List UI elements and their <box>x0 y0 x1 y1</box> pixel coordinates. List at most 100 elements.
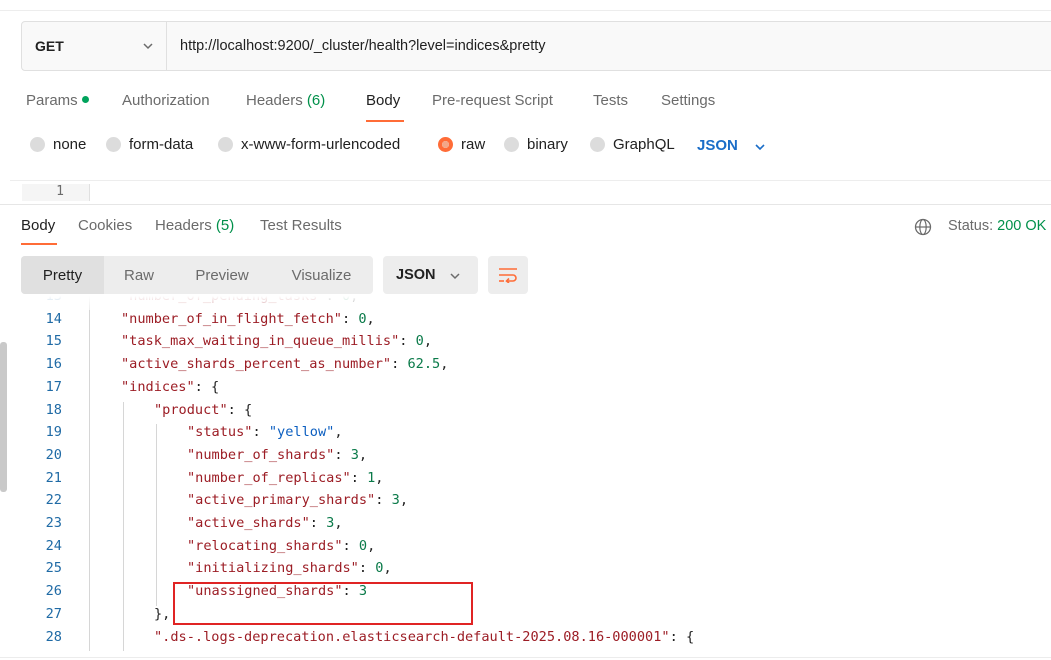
response-format-select[interactable]: JSON <box>383 256 478 294</box>
tab-settings[interactable]: Settings <box>661 92 715 109</box>
tab-headers[interactable]: Headers (6) <box>246 92 325 109</box>
response-tab-body[interactable]: Body <box>21 217 55 234</box>
code-text: "number_of_replicas": 1, <box>187 469 384 486</box>
line-number: 25 <box>45 560 62 577</box>
code-line: 22 "active_primary_shards": 3, <box>10 492 1051 514</box>
tab-pre-request-script[interactable]: Pre-request Script <box>432 92 553 109</box>
response-status[interactable]: Status: 200 OK <box>948 218 1046 234</box>
json-key: "indices" <box>121 378 195 395</box>
json-key: "active_shards" <box>187 515 310 531</box>
view-visualize-button[interactable]: Visualize <box>270 256 373 294</box>
json-key: "product" <box>154 401 228 418</box>
line-number: 27 <box>45 605 62 622</box>
tab-body[interactable]: Body <box>366 92 400 109</box>
json-brace: { <box>685 628 695 645</box>
code-text: ".ds-.logs-deprecation.elasticsearch-def… <box>154 628 695 645</box>
tab-authorization[interactable]: Authorization <box>122 92 210 109</box>
request-body-editor[interactable]: 1 <box>10 180 1051 201</box>
line-number: 14 <box>45 310 62 327</box>
json-key: "active_shards_percent_as_number" <box>121 356 392 373</box>
method-label: GET <box>35 38 64 54</box>
json-brace: { <box>211 378 220 395</box>
wrap-lines-icon <box>499 268 517 283</box>
code-text: "product": { <box>154 401 253 418</box>
json-value: 1 <box>367 469 376 486</box>
json-brace: { <box>244 401 253 418</box>
response-tab-test-results[interactable]: Test Results <box>260 217 342 234</box>
radio-raw[interactable]: raw <box>438 136 485 153</box>
radio-x-www-form-urlencoded[interactable]: x-www-form-urlencoded <box>218 136 400 153</box>
tab-tests[interactable]: Tests <box>593 92 628 109</box>
globe-icon[interactable] <box>914 218 932 236</box>
json-key: "active_primary_shards" <box>187 492 376 509</box>
code-line: 17 "indices": { <box>10 379 1051 401</box>
code-text: }, <box>154 606 170 622</box>
view-preview-button[interactable]: Preview <box>174 256 270 294</box>
params-indicator-dot <box>81 96 89 103</box>
url-input[interactable]: http://localhost:9200/_cluster/health?le… <box>167 22 1051 70</box>
json-key: "number_of_replicas" <box>187 469 351 486</box>
line-number: 16 <box>45 356 62 373</box>
radio-circle <box>106 137 121 152</box>
code-line: 14 "number_of_in_flight_fetch": 0, <box>10 311 1051 333</box>
json-key: "status" <box>187 424 253 441</box>
chevron-down-icon <box>143 43 153 50</box>
radio-circle-selected <box>438 137 453 152</box>
line-number: 23 <box>45 515 62 531</box>
pane-divider[interactable] <box>0 204 1051 205</box>
line-number: 28 <box>45 628 62 645</box>
code-line: 28 ".ds-.logs-deprecation.elasticsearch-d… <box>10 629 1051 651</box>
request-bar: GET http://localhost:9200/_cluster/healt… <box>21 21 1051 71</box>
json-value: 0 <box>358 537 368 554</box>
json-key: "task_max_waiting_in_queue_millis" <box>121 333 400 350</box>
json-key: "initializing_shards" <box>187 560 359 577</box>
scroll-fade <box>10 296 1051 310</box>
json-key: ".ds-.logs-deprecation.elasticsearch-def… <box>154 628 670 645</box>
response-tab-cookies[interactable]: Cookies <box>78 217 132 234</box>
response-body-viewer[interactable]: 13"number_of_pending_tasks": 0,14"number… <box>10 296 1051 660</box>
radio-circle <box>218 137 233 152</box>
line-number: 19 <box>45 424 62 441</box>
code-text: "number_of_shards": 3, <box>187 446 368 463</box>
method-select[interactable]: GET <box>22 22 167 70</box>
code-text: "number_of_in_flight_fetch": 0, <box>121 310 375 327</box>
code-text: "status": "yellow", <box>187 424 343 441</box>
code-text: "relocating_shards": 0, <box>187 537 376 554</box>
wrap-lines-button[interactable] <box>488 256 528 294</box>
json-key: "number_of_shards" <box>187 446 335 463</box>
line-number: 21 <box>45 469 62 486</box>
code-line: 19 "status": "yellow", <box>10 424 1051 446</box>
json-value: "yellow" <box>268 424 335 441</box>
view-pretty-button[interactable]: Pretty <box>21 256 104 294</box>
line-number: 15 <box>45 333 62 350</box>
code-line: 27}, <box>10 606 1051 628</box>
code-line: 21 "number_of_replicas": 1, <box>10 470 1051 492</box>
code-line: 16 "active_shards_percent_as_number": 62.… <box>10 356 1051 378</box>
active-response-tab-underline <box>21 243 57 245</box>
scrollbar-thumb[interactable] <box>0 342 7 492</box>
top-divider <box>0 10 1051 11</box>
line-number: 22 <box>45 492 62 509</box>
tab-params[interactable]: Params <box>26 92 89 109</box>
json-brace: }, <box>154 605 171 622</box>
chevron-down-icon[interactable] <box>754 141 766 153</box>
raw-format-select[interactable]: JSON <box>697 137 738 154</box>
code-text: "active_shards": 3, <box>187 515 343 531</box>
code-line: 26 "unassigned_shards": 3 <box>10 583 1051 605</box>
editor-line-number: 1 <box>22 184 90 201</box>
radio-none[interactable]: none <box>30 136 86 153</box>
editor-gutter-separator <box>89 184 90 201</box>
radio-circle <box>504 137 519 152</box>
response-tab-headers[interactable]: Headers (5) <box>155 217 234 234</box>
radio-graphql[interactable]: GraphQL <box>590 136 675 153</box>
view-raw-button[interactable]: Raw <box>104 256 174 294</box>
json-value: 0 <box>358 310 367 327</box>
radio-binary[interactable]: binary <box>504 136 568 153</box>
json-value: 3 <box>391 492 400 509</box>
json-value: 0 <box>375 560 384 577</box>
line-number: 24 <box>45 537 62 554</box>
radio-form-data[interactable]: form-data <box>106 136 193 153</box>
code-text: "initializing_shards": 0, <box>187 560 392 577</box>
bottom-divider <box>0 657 1051 658</box>
code-text: "active_shards_percent_as_number": 62.5, <box>121 356 449 373</box>
